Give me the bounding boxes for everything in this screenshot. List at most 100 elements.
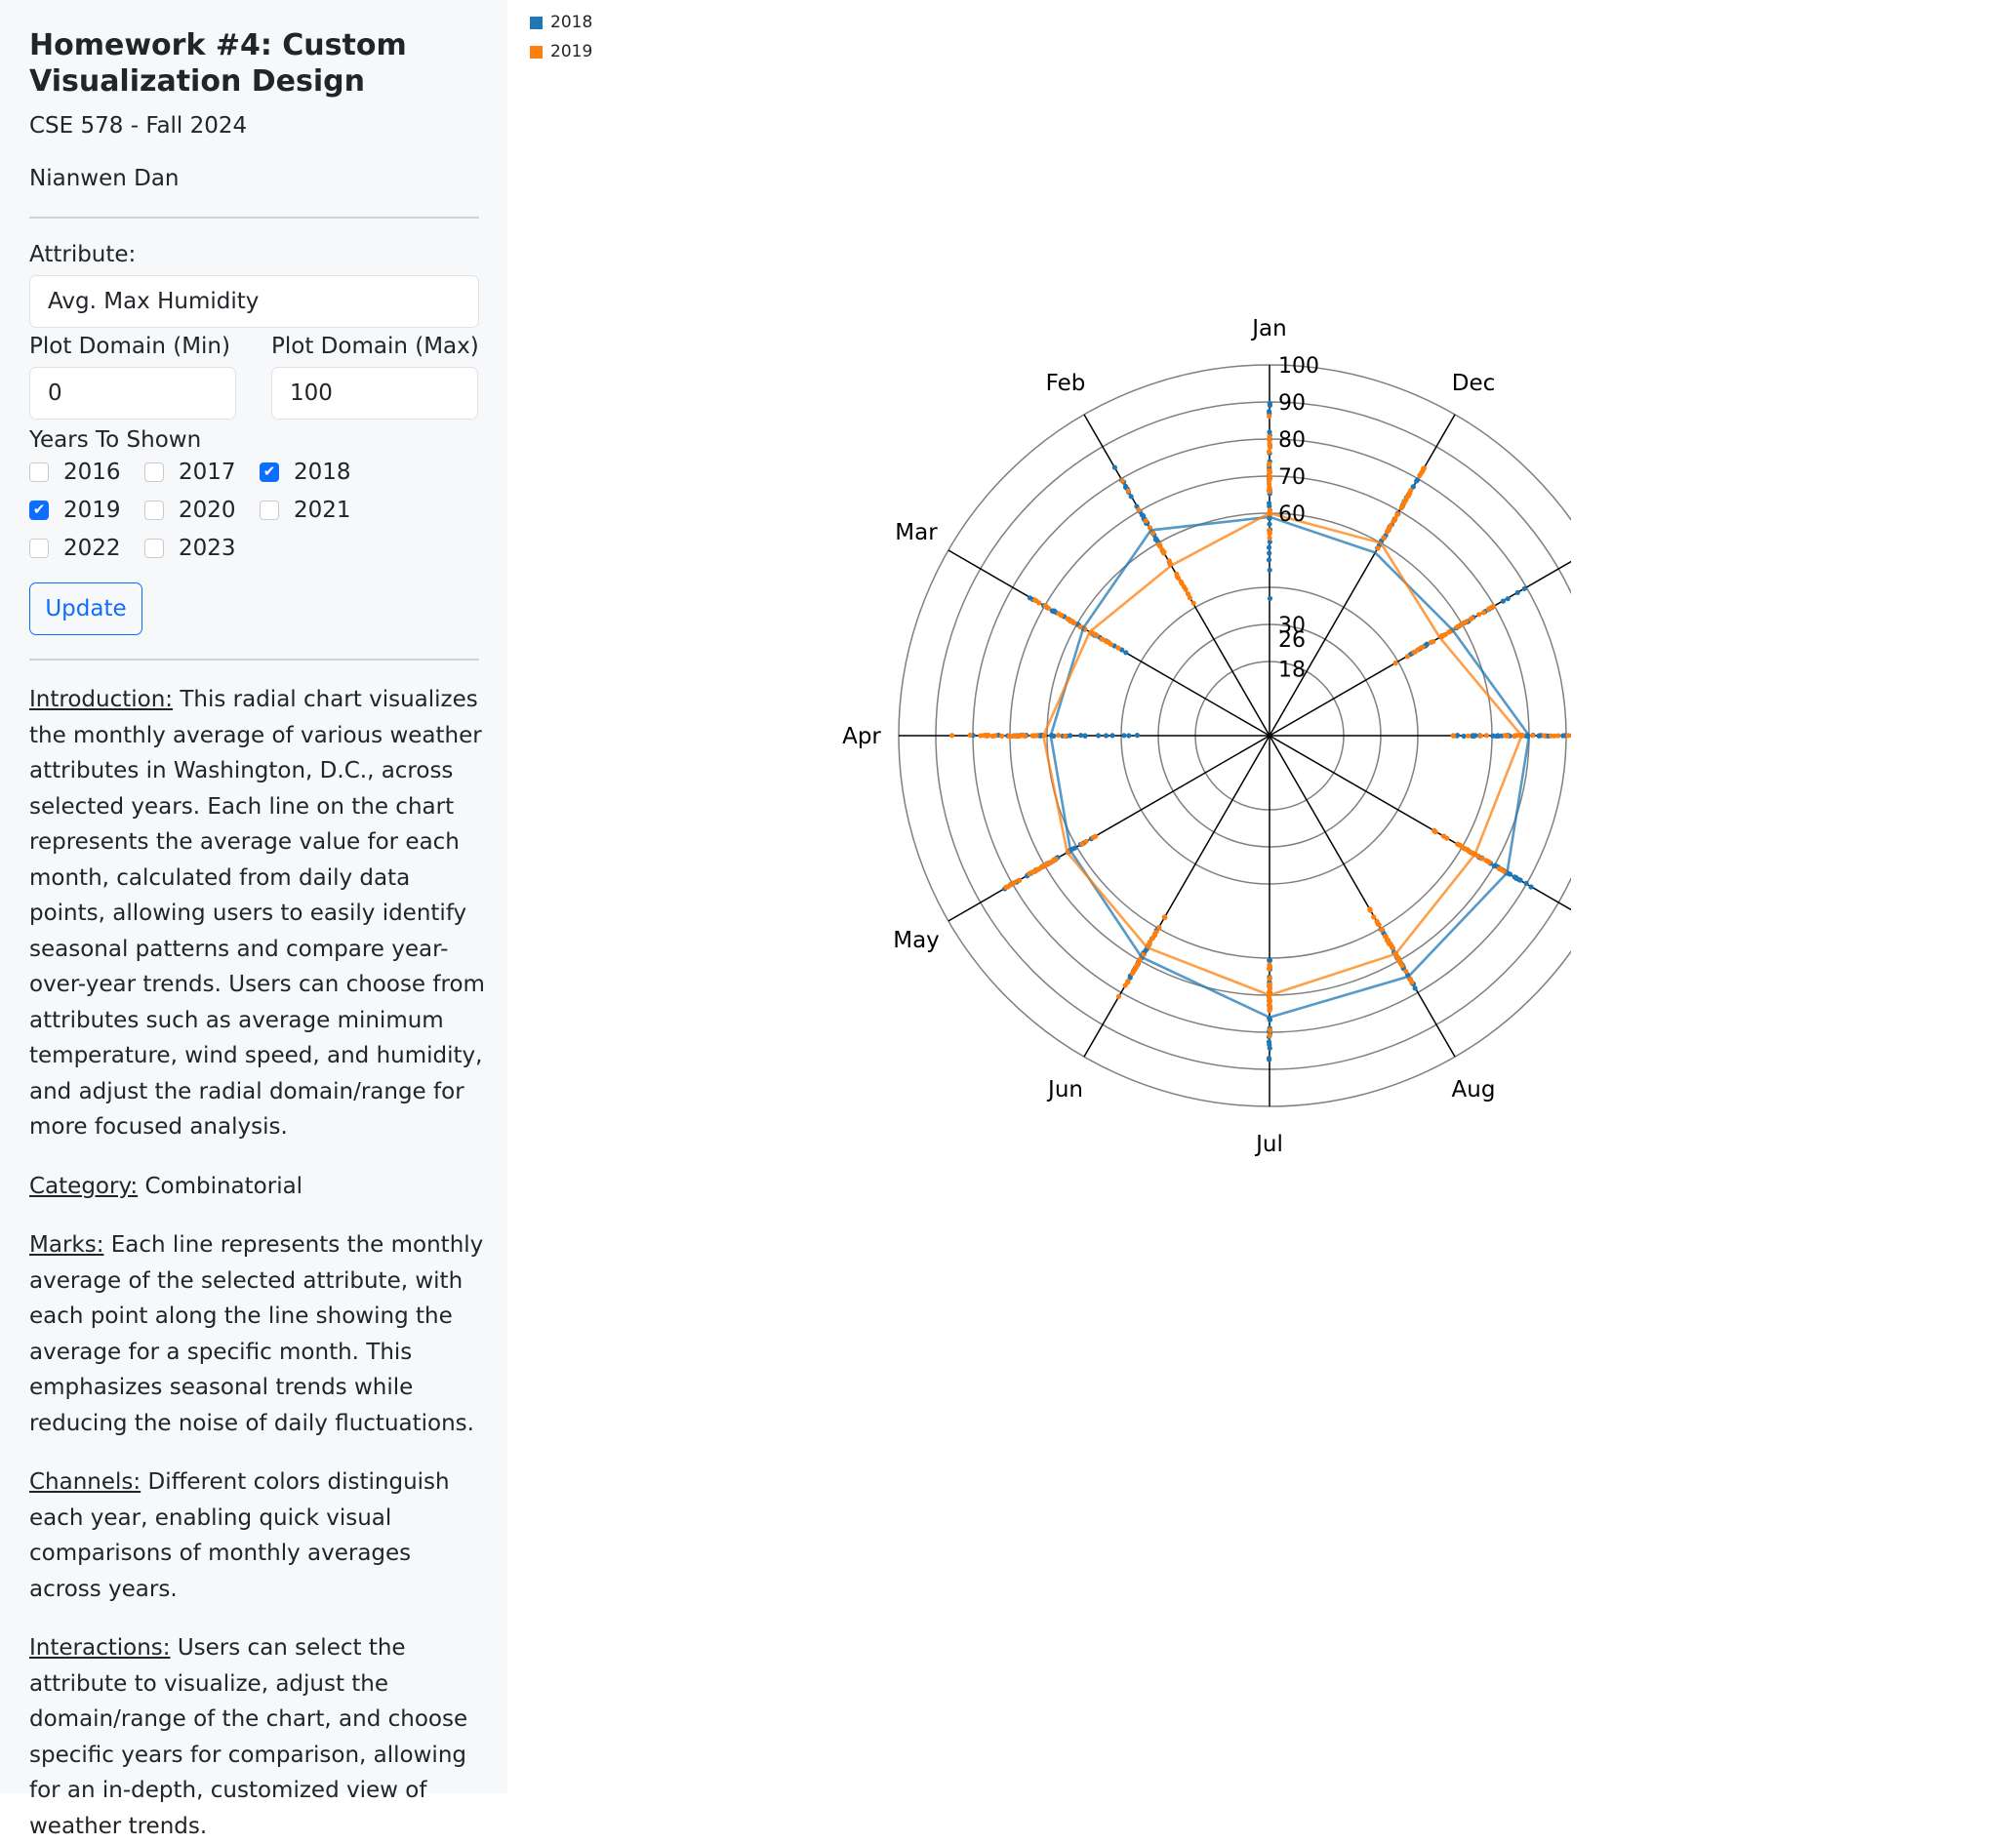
update-button[interactable]: Update [29,582,142,635]
daily-point-2019 [1191,601,1196,606]
daily-point-2018 [1050,609,1055,614]
year-label: 2018 [294,460,351,485]
daily-point-2019 [1059,613,1064,618]
daily-point-2019 [1116,994,1121,999]
daily-point-2019 [1268,1006,1272,1011]
checkbox-icon[interactable] [144,539,164,558]
daily-point-2019 [1268,998,1272,1003]
checkbox-icon[interactable] [144,462,164,482]
daily-point-2018 [1268,958,1272,963]
daily-point-2019 [1107,640,1111,645]
daily-point-2019 [1056,733,1061,738]
domain-min-input[interactable]: 0 [29,367,236,420]
daily-point-2019 [1371,914,1376,919]
attribute-select[interactable]: Avg. Max Humidity [29,275,479,328]
daily-point-2018 [1126,733,1131,738]
year-checkbox-2020[interactable]: 2020 [144,497,260,523]
year-checkbox-2016[interactable]: 2016 [29,459,144,485]
month-label-jul: Jul [1254,1132,1283,1157]
daily-point-2018 [1528,884,1533,889]
year-checkbox-2021[interactable]: 2021 [260,497,375,523]
checkbox-icon[interactable] [29,462,49,482]
daily-point-2019 [992,733,997,738]
year-checkbox-2018[interactable]: ✔ 2018 [260,459,375,485]
daily-point-2018 [1129,494,1134,499]
daily-point-2018 [1112,465,1117,470]
daily-point-2019 [987,733,991,738]
daily-point-2018 [1267,550,1271,555]
daily-point-2019 [1135,963,1140,968]
daily-point-2019 [1027,871,1031,876]
daily-point-2019 [1136,507,1141,512]
daily-point-2019 [1387,942,1391,946]
description-interactions: Interactions: Users can select the attri… [29,1630,488,1844]
daily-point-2019 [1079,842,1084,847]
daily-point-2019 [1029,733,1034,738]
daily-point-2019 [1479,856,1484,861]
domain-max-label: Plot Domain (Max) [271,334,478,359]
year-label: 2019 [63,498,121,523]
year-checkbox-2019[interactable]: ✔ 2019 [29,497,144,523]
year-checkbox-2022[interactable]: 2022 [29,535,144,561]
checkbox-checked-icon[interactable]: ✔ [29,501,49,520]
daily-point-2019 [1167,558,1172,563]
daily-point-2019 [949,733,954,738]
legend-swatch [530,46,543,59]
description-introduction: Introduction: This radial chart visualiz… [29,682,488,1145]
daily-point-2019 [1376,545,1381,550]
radial-chart: 18263060708090100 JanFebMarAprMayJunJulA… [829,293,1571,1171]
year-checkbox-2023[interactable]: 2023 [144,535,260,561]
daily-point-2019 [1376,922,1381,927]
years-label: Years To Shown [29,427,478,453]
daily-point-2019 [1542,733,1547,738]
daily-point-2018 [1267,1056,1271,1061]
daily-point-2019 [1156,542,1161,547]
daily-point-2019 [1156,925,1161,930]
month-label-may: May [893,928,940,953]
domain-max-value: 100 [290,381,333,406]
daily-point-2019 [1444,836,1449,841]
domain-max-input[interactable]: 100 [271,367,478,420]
daily-point-2019 [1125,979,1130,983]
daily-point-2018 [1267,545,1271,550]
daily-point-2018 [1082,733,1087,738]
daily-point-2019 [1431,639,1435,644]
daily-point-2019 [1012,880,1017,885]
daily-point-2019 [1017,878,1022,883]
daily-point-2018 [1560,734,1565,739]
year-checkbox-2017[interactable]: 2017 [144,459,260,485]
checkbox-checked-icon[interactable]: ✔ [260,462,279,482]
daily-point-2018 [1516,877,1521,882]
month-label-feb: Feb [1046,371,1086,396]
section-text: This radial chart visualizes the monthly… [29,687,485,1140]
checkbox-icon[interactable] [260,501,279,520]
year-checkbox-group: 20162017✔2018✔20192020202120222023 [29,459,478,561]
month-label-dec: Dec [1452,371,1496,396]
daily-point-2019 [1033,598,1038,603]
daily-point-2019 [1530,733,1535,738]
page-title: Homework #4: Custom Visualization Design [29,27,478,100]
daily-point-2019 [1131,968,1136,973]
daily-point-2018 [1104,733,1109,738]
daily-point-2019 [1093,632,1098,637]
daily-point-2019 [1467,849,1472,854]
domain-min-value: 0 [48,381,62,406]
daily-point-2019 [1066,617,1070,621]
checkbox-icon[interactable] [29,539,49,558]
daily-point-2019 [1402,499,1407,503]
daily-point-2019 [1421,645,1426,650]
section-heading: Introduction: [29,687,173,712]
section-heading: Category: [29,1174,138,1199]
author-name: Nianwen Dan [29,166,478,191]
checkbox-icon[interactable] [144,501,164,520]
daily-point-2018 [1096,733,1101,738]
daily-point-2019 [1489,605,1494,610]
ring-tick-label: 18 [1278,659,1306,683]
legend-label: 2019 [550,42,592,61]
course-subtitle: CSE 578 - Fall 2024 [29,113,478,139]
daily-point-2018 [1524,881,1529,886]
divider [29,659,479,661]
daily-point-2019 [1552,734,1556,739]
daily-point-2019 [1160,548,1165,553]
month-spoke [1270,415,1455,736]
